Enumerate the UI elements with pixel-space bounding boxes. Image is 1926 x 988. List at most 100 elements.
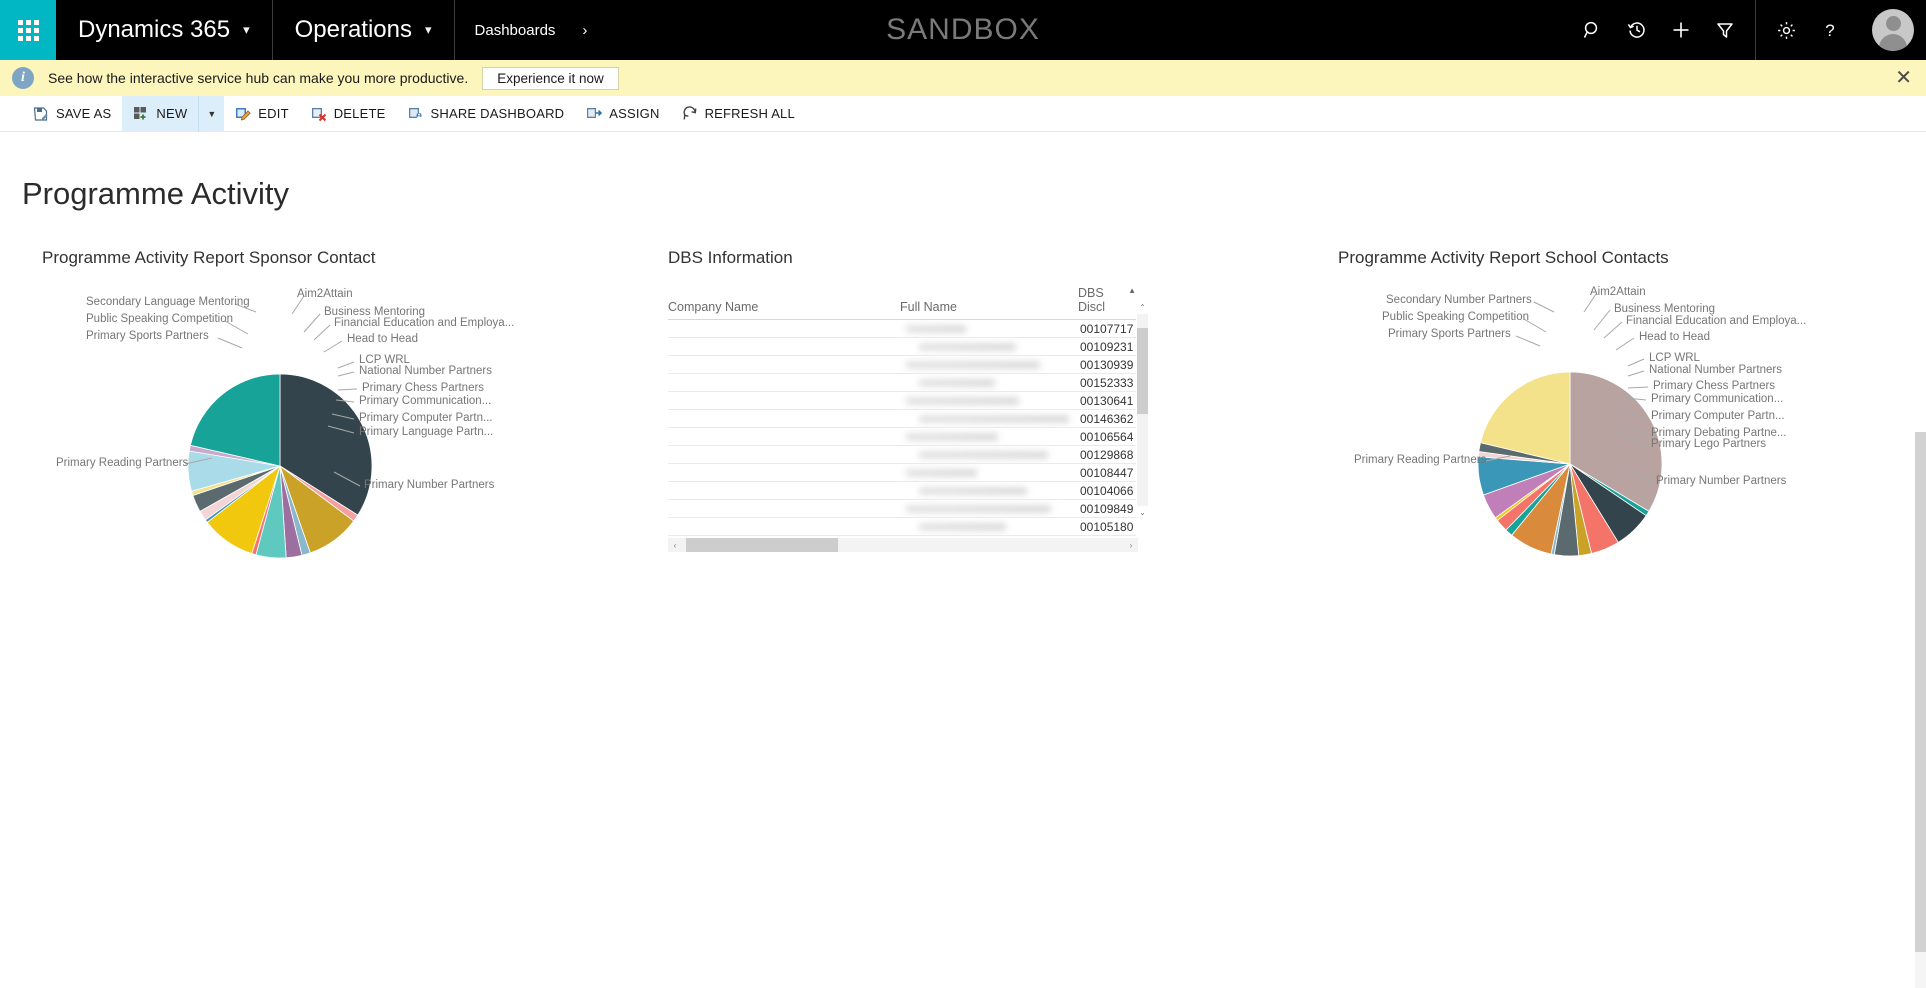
cell-full-name [900,320,1078,338]
table-row[interactable]: 00107717 [668,320,1138,338]
top-nav-actions: ? [1563,0,1926,60]
chart1-label-aim2attain: Aim2Attain [297,288,353,300]
column-header-dbs-disclosure[interactable]: DBS Discl ▲ [1078,286,1136,320]
chart3-label-primary-lego-partners: Primary Lego Partners [1651,438,1766,450]
history-icon[interactable] [1615,0,1659,60]
chart3-label-primary-number-partners: Primary Number Partners [1656,475,1786,487]
chevron-down-icon: ▼ [207,109,216,119]
experience-it-now-button[interactable]: Experience it now [482,67,619,90]
chart1-label-primary-number-partners: Primary Number Partners [364,479,494,491]
top-nav-settings-group: ? [1755,0,1860,60]
scroll-down-icon[interactable]: ⌄ [1137,506,1148,519]
redacted-name [906,433,998,441]
chart3-title: Programme Activity Report School Contact… [1338,248,1910,268]
assign-button[interactable]: ASSIGN [575,96,670,132]
new-dropdown-button[interactable]: ▼ [198,96,224,132]
table-row[interactable]: 00109849 [668,500,1138,518]
cell-full-name [900,374,1078,392]
table-row[interactable]: 00129868 [668,446,1138,464]
chart3-label-public-speaking-competition: Public Speaking Competition [1382,311,1529,323]
dashboard-content: Programme Activity Report Sponsor Contac… [0,212,1926,576]
refresh-all-button[interactable]: REFRESH ALL [671,96,806,132]
table-row[interactable]: 00130939 [668,356,1138,374]
app-menu[interactable]: Operations ▾ [273,0,455,60]
cell-company-name [668,320,900,338]
column-header-company-name[interactable]: Company Name [668,300,900,320]
cell-dbs-disclosure: 00130641 [1078,392,1136,410]
brand-menu[interactable]: Dynamics 365 ▾ [56,0,273,60]
cell-dbs-disclosure: 00146362 [1078,410,1136,428]
cell-dbs-disclosure: 00152333 [1078,374,1136,392]
assign-icon [586,106,602,122]
chart1-container[interactable]: Secondary Language Mentoring Public Spea… [42,286,640,576]
avatar[interactable] [1860,0,1926,60]
table-row[interactable]: 00108447 [668,464,1138,482]
grid-horizontal-scrollbar[interactable]: ‹ › [668,538,1138,552]
gear-icon[interactable] [1764,0,1808,60]
filter-icon[interactable] [1703,0,1747,60]
table-row[interactable]: 00109231 [668,338,1138,356]
grid-vertical-scrollbar[interactable]: ⌃ ⌄ [1137,314,1148,506]
chart3-label-secondary-number-partners: Secondary Number Partners [1386,294,1532,306]
edit-button[interactable]: EDIT [224,96,299,132]
top-nav-icon-group [1563,0,1755,60]
save-as-icon [33,106,49,122]
chart1-label-primary-language-partners: Primary Language Partn... [359,426,493,438]
dbs-grid: Company Name Full Name DBS Discl ▲ 00107… [668,294,1138,552]
column-header-full-name[interactable]: Full Name [900,300,1078,320]
chart3-container[interactable]: Secondary Number Partners Public Speakin… [1338,286,1910,576]
table-row[interactable]: 00106564 [668,428,1138,446]
app-launcher-button[interactable] [0,0,56,60]
close-icon[interactable]: ✕ [1895,68,1912,88]
grid-header-row: Company Name Full Name DBS Discl ▲ [668,294,1138,320]
table-row[interactable]: 00152333 [668,374,1138,392]
plus-icon[interactable] [1659,0,1703,60]
redacted-name [906,361,1040,369]
cell-dbs-disclosure: 00108447 [1078,464,1136,482]
page-title: Programme Activity [22,176,289,212]
share-dashboard-button[interactable]: SHARE DASHBOARD [397,96,576,132]
scroll-right-icon[interactable]: › [1124,541,1138,550]
new-button[interactable]: NEW [122,96,198,132]
chart1-title: Programme Activity Report Sponsor Contac… [42,248,640,268]
cell-dbs-disclosure: 00106564 [1078,428,1136,446]
chart3-label-aim2attain: Aim2Attain [1590,286,1646,298]
info-icon: i [12,67,34,89]
cell-full-name [900,356,1078,374]
delete-button[interactable]: DELETE [300,96,397,132]
cell-company-name [668,446,900,464]
search-icon[interactable] [1571,0,1615,60]
chart3-label-primary-chess-partners: Primary Chess Partners [1653,380,1775,392]
grid-horizontal-scroll-thumb[interactable] [686,538,838,552]
panel-dbs-information: DBS Information Company Name Full Name D… [640,248,1270,576]
grid-vertical-scroll-thumb[interactable] [1137,328,1148,414]
new-icon [133,106,149,122]
redacted-name [919,379,995,387]
column-header-dbs-label: DBS Discl [1078,286,1128,314]
scroll-up-icon[interactable]: ⌃ [1137,301,1148,314]
grid-body[interactable]: 0010771700109231001309390015233300130641… [668,320,1138,536]
breadcrumb[interactable]: Dashboards › [455,0,610,60]
chevron-down-icon: ▾ [243,22,250,38]
assign-label: ASSIGN [609,106,659,121]
cell-full-name [900,446,1078,464]
table-row[interactable]: 00105180 [668,518,1138,536]
waffle-icon [18,20,39,41]
scroll-left-icon[interactable]: ‹ [668,541,682,550]
chart3-label-primary-reading-partners: Primary Reading Partners [1354,454,1486,466]
page-scroll-thumb[interactable] [1915,432,1926,952]
redacted-name [906,397,1019,405]
cell-dbs-disclosure: 00107717 [1078,320,1136,338]
table-row[interactable]: 00104066 [668,482,1138,500]
chart3-label-primary-sports-partners: Primary Sports Partners [1388,328,1511,340]
table-row[interactable]: 00130641 [668,392,1138,410]
table-row[interactable]: 00146362 [668,410,1138,428]
redacted-name [919,415,1069,423]
page-vertical-scrollbar[interactable] [1915,432,1926,988]
cell-dbs-disclosure: 00129868 [1078,446,1136,464]
cell-full-name [900,428,1078,446]
save-as-label: SAVE AS [56,106,111,121]
save-as-button[interactable]: SAVE AS [22,96,122,132]
help-icon[interactable]: ? [1808,0,1852,60]
cell-company-name [668,500,900,518]
